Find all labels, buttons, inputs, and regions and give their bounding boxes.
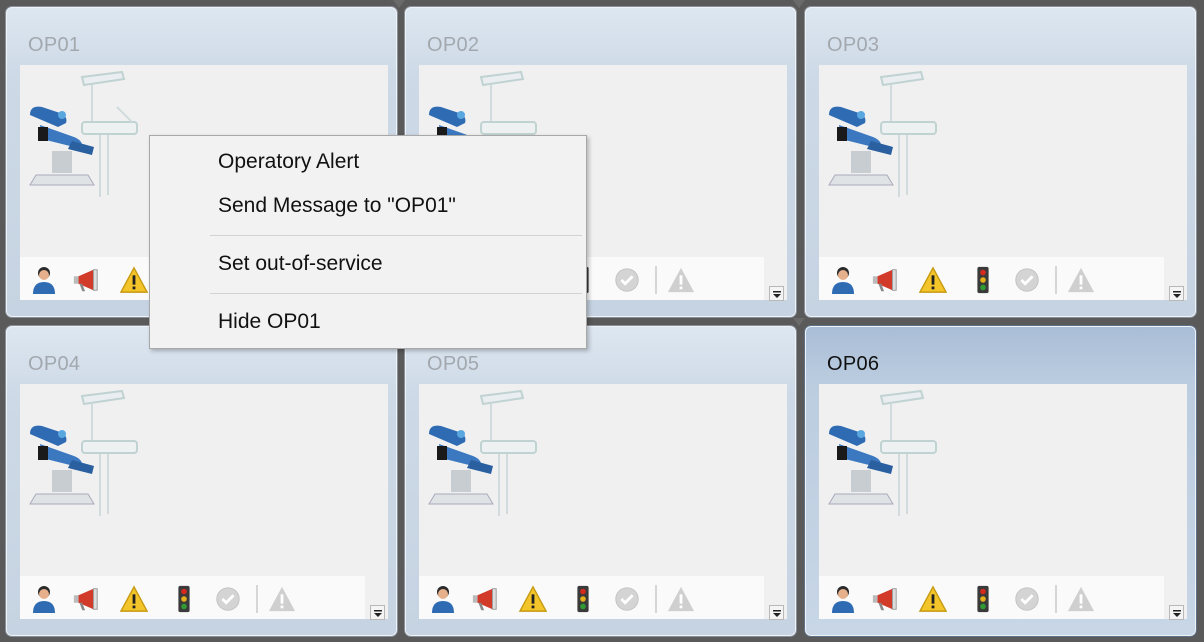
dropdown-arrow-button[interactable] [1169,605,1184,620]
toolbar-separator [1055,585,1057,613]
panel-title: OP06 [827,353,880,375]
panel-toolbar [819,257,1164,300]
panel-title: OP03 [827,34,880,56]
panel-toolbar [819,576,1164,619]
panel-content[interactable] [819,384,1187,620]
panel-toolbar [20,576,365,619]
operatory-panel-op05[interactable]: OP05 [404,325,797,637]
operatory-panel-op04[interactable]: OP04 [5,325,398,637]
warning-icon[interactable] [919,265,947,295]
panel-toolbar [419,576,764,619]
menu-separator [210,293,582,294]
splitter-notch [793,318,805,326]
dropdown-arrow-button[interactable] [769,286,784,301]
menu-separator [210,235,582,236]
splitter-notch [393,0,405,8]
checkmark-icon[interactable] [214,584,242,614]
checkmark-icon[interactable] [1013,584,1041,614]
toolbar-separator [655,266,657,294]
alert-icon[interactable] [667,584,695,614]
megaphone-icon[interactable] [871,584,899,614]
person-icon[interactable] [829,265,857,295]
alert-icon[interactable] [1067,584,1095,614]
operatory-panel-op03[interactable]: OP03 [804,6,1197,318]
panel-title: OP05 [427,353,480,375]
person-icon[interactable] [829,584,857,614]
checkmark-icon[interactable] [1013,265,1041,295]
dropdown-arrow-button[interactable] [1169,286,1184,301]
traffic-light-icon[interactable] [170,584,198,614]
dental-chair-icon [29,389,138,516]
megaphone-icon[interactable] [72,584,100,614]
dental-chair-icon [828,389,937,516]
warning-icon[interactable] [120,265,148,295]
dropdown-arrow-button[interactable] [769,605,784,620]
person-icon[interactable] [30,265,58,295]
warning-icon[interactable] [519,584,547,614]
dental-chair-icon [828,70,937,197]
dropdown-arrow-button[interactable] [370,605,385,620]
traffic-light-icon[interactable] [969,265,997,295]
megaphone-icon[interactable] [871,265,899,295]
person-icon[interactable] [429,584,457,614]
dental-chair-icon [428,389,537,516]
toolbar-separator [256,585,258,613]
menu-item-set-out-of-service[interactable]: Set out-of-service [218,252,383,276]
toolbar-separator [655,585,657,613]
toolbar-separator [1055,266,1057,294]
dental-chair-icon [29,70,138,197]
panel-content[interactable] [819,65,1187,301]
context-menu: Operatory Alert Send Message to "OP01" S… [149,135,587,349]
menu-item-hide[interactable]: Hide OP01 [218,310,321,334]
person-icon[interactable] [30,584,58,614]
panel-content[interactable] [419,384,787,620]
menu-item-operatory-alert[interactable]: Operatory Alert [218,150,359,174]
megaphone-icon[interactable] [72,265,100,295]
splitter-notch [793,0,805,8]
operatory-panel-op06[interactable]: OP06 [804,325,1197,637]
checkmark-icon[interactable] [613,584,641,614]
warning-icon[interactable] [120,584,148,614]
alert-icon[interactable] [1067,265,1095,295]
menu-item-send-message[interactable]: Send Message to "OP01" [218,194,456,218]
traffic-light-icon[interactable] [969,584,997,614]
panel-title: OP02 [427,34,480,56]
alert-icon[interactable] [268,584,296,614]
warning-icon[interactable] [919,584,947,614]
traffic-light-icon[interactable] [569,584,597,614]
megaphone-icon[interactable] [471,584,499,614]
panel-content[interactable] [20,384,388,620]
panel-title: OP01 [28,34,81,56]
checkmark-icon[interactable] [613,265,641,295]
panel-title: OP04 [28,353,81,375]
alert-icon[interactable] [667,265,695,295]
